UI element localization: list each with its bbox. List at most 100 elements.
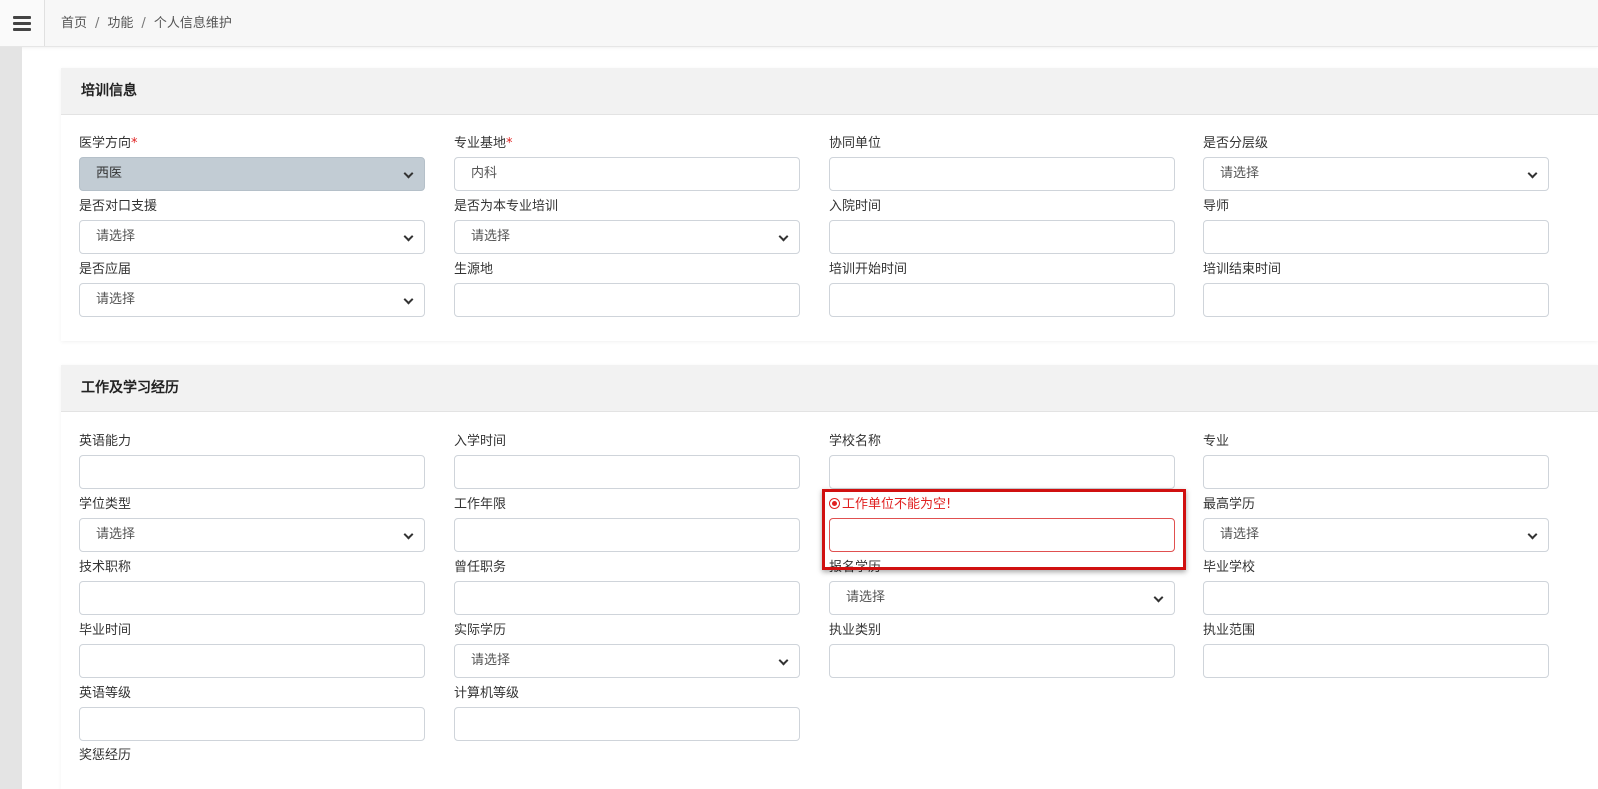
field-english-ability: 英语能力 [79, 432, 425, 489]
required-marker: * [131, 136, 138, 151]
experience-panel-title: 工作及学习经历 [61, 365, 1598, 412]
breadcrumb-separator: / [141, 16, 146, 31]
field-train-start: 培训开始时间 [829, 260, 1175, 317]
field-medical-direction: 医学方向* 西医 [79, 134, 425, 191]
signup-edu-select[interactable]: 请选择 [829, 581, 1175, 615]
label-is-tiered: 是否分层级 [1203, 136, 1269, 151]
label-train-start: 培训开始时间 [829, 262, 908, 277]
hamburger-icon [13, 16, 31, 31]
field-grad-school: 毕业学校 [1203, 558, 1549, 615]
label-school-name: 学校名称 [829, 434, 882, 449]
field-is-fresh-grad: 是否应届 请选择 [79, 260, 425, 317]
own-specialty-select[interactable]: 请选择 [454, 220, 800, 254]
label-own-specialty: 是否为本专业培训 [454, 199, 559, 214]
field-is-tiered: 是否分层级 请选择 [1203, 134, 1549, 191]
label-work-years: 工作年限 [454, 497, 507, 512]
actual-edu-select[interactable]: 请选择 [454, 644, 800, 678]
label-grad-school: 毕业学校 [1203, 560, 1256, 575]
field-tech-title: 技术职称 [79, 558, 425, 615]
enroll-time-input[interactable] [454, 455, 800, 489]
computer-level-input[interactable] [454, 707, 800, 741]
train-start-input[interactable] [829, 283, 1175, 317]
label-train-end: 培训结束时间 [1203, 262, 1282, 277]
origin-input[interactable] [454, 283, 800, 317]
breadcrumb: 首页 / 功能 / 个人信息维护 [61, 0, 232, 46]
practice-scope-input[interactable] [1203, 644, 1549, 678]
label-major: 专业 [1203, 434, 1230, 449]
field-paired-support: 是否对口支援 请选择 [79, 197, 425, 254]
breadcrumb-home[interactable]: 首页 [61, 16, 87, 31]
mentor-input[interactable] [1203, 220, 1549, 254]
field-former-post: 曾任职务 [454, 558, 800, 615]
label-mentor: 导师 [1203, 199, 1230, 214]
label-actual-edu: 实际学历 [454, 623, 507, 638]
label-former-post: 曾任职务 [454, 560, 507, 575]
label-highest-edu: 最高学历 [1203, 497, 1256, 512]
label-computer-level: 计算机等级 [454, 686, 520, 701]
field-admission-time: 入院时间 [829, 197, 1175, 254]
label-partner-unit: 协同单位 [829, 136, 882, 151]
breadcrumb-section[interactable]: 功能 [107, 16, 133, 31]
field-rewards: 奖惩经历 [79, 746, 425, 766]
label-admission-time: 入院时间 [829, 199, 882, 214]
label-english-ability: 英语能力 [79, 434, 132, 449]
label-rewards: 奖惩经历 [79, 748, 132, 763]
former-post-input[interactable] [454, 581, 800, 615]
grad-time-input[interactable] [79, 644, 425, 678]
highest-edu-select[interactable]: 请选择 [1203, 518, 1549, 552]
label-origin: 生源地 [454, 262, 494, 277]
work-years-input[interactable] [454, 518, 800, 552]
english-level-input[interactable] [79, 707, 425, 741]
field-highest-edu: 最高学历 请选择 [1203, 495, 1549, 552]
label-practice-scope: 执业范围 [1203, 623, 1256, 638]
error-highlight-box [822, 489, 1186, 570]
field-computer-level: 计算机等级 [454, 684, 800, 741]
admission-time-input[interactable] [829, 220, 1175, 254]
field-english-level: 英语等级 [79, 684, 425, 741]
field-grad-time: 毕业时间 [79, 621, 425, 678]
practice-category-input[interactable] [829, 644, 1175, 678]
left-rail [0, 47, 22, 789]
field-mentor: 导师 [1203, 197, 1549, 254]
label-paired-support: 是否对口支援 [79, 199, 158, 214]
field-work-years: 工作年限 [454, 495, 800, 552]
field-enroll-time: 入学时间 [454, 432, 800, 489]
train-end-input[interactable] [1203, 283, 1549, 317]
label-grad-time: 毕业时间 [79, 623, 132, 638]
field-own-specialty: 是否为本专业培训 请选择 [454, 197, 800, 254]
field-actual-edu: 实际学历 请选择 [454, 621, 800, 678]
training-panel-title: 培训信息 [61, 68, 1598, 115]
label-enroll-time: 入学时间 [454, 434, 507, 449]
medical-direction-select[interactable]: 西医 [79, 157, 425, 191]
label-specialty-base: 专业基地 [454, 136, 507, 151]
degree-type-select[interactable]: 请选择 [79, 518, 425, 552]
field-practice-category: 执业类别 [829, 621, 1175, 678]
field-specialty-base: 专业基地* 内科 [454, 134, 800, 191]
menu-toggle-button[interactable] [0, 0, 45, 46]
field-origin: 生源地 [454, 260, 800, 317]
label-tech-title: 技术职称 [79, 560, 132, 575]
english-ability-input[interactable] [79, 455, 425, 489]
partner-unit-input[interactable] [829, 157, 1175, 191]
paired-support-select[interactable]: 请选择 [79, 220, 425, 254]
is-fresh-grad-select[interactable]: 请选择 [79, 283, 425, 317]
breadcrumb-separator: / [95, 16, 100, 31]
label-medical-direction: 医学方向 [79, 136, 132, 151]
label-english-level: 英语等级 [79, 686, 132, 701]
grad-school-input[interactable] [1203, 581, 1549, 615]
school-name-input[interactable] [829, 455, 1175, 489]
breadcrumb-current: 个人信息维护 [153, 16, 232, 31]
label-is-fresh-grad: 是否应届 [79, 262, 132, 277]
field-school-name: 学校名称 [829, 432, 1175, 489]
top-bar: 首页 / 功能 / 个人信息维护 [0, 0, 1598, 47]
field-train-end: 培训结束时间 [1203, 260, 1549, 317]
major-input[interactable] [1203, 455, 1549, 489]
field-practice-scope: 执业范围 [1203, 621, 1549, 678]
tech-title-input[interactable] [79, 581, 425, 615]
field-degree-type: 学位类型 请选择 [79, 495, 425, 552]
specialty-base-input[interactable]: 内科 [454, 157, 800, 191]
label-practice-category: 执业类别 [829, 623, 882, 638]
label-degree-type: 学位类型 [79, 497, 132, 512]
required-marker: * [506, 136, 513, 151]
is-tiered-select[interactable]: 请选择 [1203, 157, 1549, 191]
